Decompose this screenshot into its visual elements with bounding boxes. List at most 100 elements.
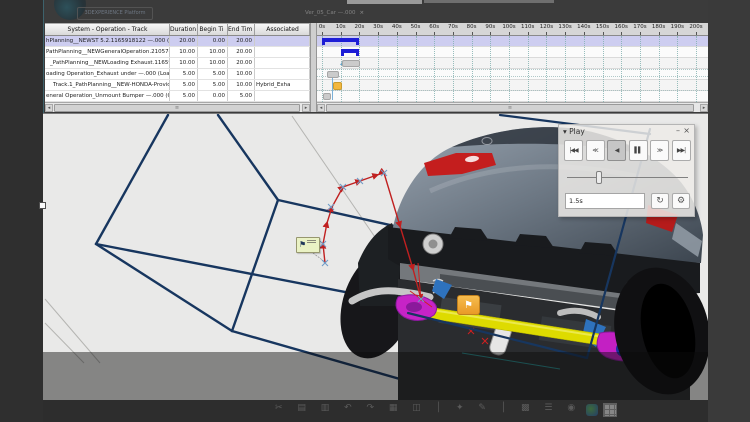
table-row[interactable]: _PathPlanning__NEWLoading Exhaust.116591…	[45, 58, 310, 69]
gantt-row[interactable]	[317, 58, 708, 69]
fast-backward-button[interactable]: ≪	[586, 140, 605, 161]
skip-to-end-button[interactable]: ▶▶|	[672, 140, 691, 161]
col-header-begin[interactable]: Begin Ti	[198, 24, 228, 35]
document-tab[interactable]: Ver_05_Car —.000×	[305, 10, 364, 16]
play-backward-button[interactable]: ◀	[607, 140, 626, 161]
gantt-bar-row3[interactable]	[342, 60, 360, 67]
gantt-gridline	[490, 36, 491, 102]
speed-input[interactable]	[565, 193, 645, 209]
pause-button[interactable]: ▌▌	[629, 140, 648, 161]
time-tick-label: 90s	[485, 24, 495, 30]
col-header-duration[interactable]: Duration	[170, 24, 198, 35]
time-tick-label: 20s	[354, 24, 364, 30]
flag-icon: ⚑	[299, 240, 306, 249]
speed-slider-track[interactable]	[567, 177, 688, 178]
gantt-row[interactable]	[317, 91, 708, 102]
scroll-left-icon[interactable]: ◂	[317, 104, 325, 112]
scroll-left-icon[interactable]: ◂	[45, 104, 53, 112]
time-tick-mark	[696, 32, 697, 35]
gantt-gridline	[472, 36, 473, 102]
event-marker[interactable]: ⚑	[457, 295, 480, 315]
gantt-hscrollbar[interactable]: ◂ ▸ ≡	[317, 102, 708, 112]
top-light-strip-2	[424, 0, 554, 3]
gantt-gridline	[603, 36, 604, 102]
time-tick-mark	[621, 32, 622, 35]
bumper-hole-left-inner	[429, 240, 438, 249]
tab-close-icon[interactable]: ×	[359, 10, 364, 16]
gantt-bar-row5[interactable]	[333, 82, 342, 90]
grid-toolbar-icon[interactable]	[603, 403, 617, 417]
time-tick-label: 30s	[373, 24, 383, 30]
time-tick-label: 130s	[558, 24, 571, 30]
time-tick-mark	[490, 32, 491, 35]
gantt-bar-row1[interactable]	[322, 38, 359, 45]
time-tick-mark	[640, 32, 641, 35]
table-row[interactable]: eneral Operation_Unmount Bumper —.000 (G…	[45, 91, 310, 102]
gantt-dotted-guide	[317, 76, 708, 77]
gantt-bar-row2[interactable]	[341, 49, 360, 56]
time-tick-label: 190s	[671, 24, 684, 30]
table-row[interactable]: Track.1_PathPlanning__NEW-HONDA-Provide.…	[45, 80, 310, 91]
col-header-system-operation-track[interactable]: System - Operation - Track	[45, 24, 170, 35]
time-tick-label: 200s	[689, 24, 702, 30]
gantt-time-ruler[interactable]: 0s10s20s30s40s50s60s70s80s90s100s110s120…	[317, 23, 708, 36]
time-tick-mark	[378, 32, 379, 35]
skip-to-start-button[interactable]: |◀◀	[564, 140, 583, 161]
table-gantt-splitter[interactable]	[310, 23, 317, 112]
colored-toolbar-icon[interactable]	[586, 404, 598, 416]
gantt-dotted-guide	[317, 69, 708, 70]
location-note[interactable]: ⚑	[296, 237, 320, 253]
left-dark-band	[0, 0, 43, 422]
toolbar-icons[interactable]: ✂ ▤ ▥ ↶ ↷ ▦ ◫ │ ✦ ✎ │ ▩ ☰ ◉	[275, 403, 581, 413]
time-tick-label: 50s	[411, 24, 421, 30]
col-header-end[interactable]: End Tim	[228, 24, 255, 35]
gantt-gridline	[397, 36, 398, 102]
gantt-row[interactable]	[317, 47, 708, 58]
col-header-associated[interactable]: Associated	[255, 24, 310, 35]
time-tick-mark	[603, 32, 604, 35]
time-tick-label: 10s	[336, 24, 346, 30]
gantt-bar-row6[interactable]	[323, 93, 331, 100]
scroll-right-icon[interactable]: ▸	[700, 104, 708, 112]
gantt-gridline	[322, 36, 323, 102]
gantt-bar-row4[interactable]	[327, 71, 339, 78]
3d-viewport[interactable]: ⚑ ⚑ ▾ Play – × |◀◀ ≪ ◀ ▌▌ ≫ ▶▶| ↻ ⚙	[43, 113, 708, 400]
gantt-row[interactable]	[317, 36, 708, 47]
selection-handle[interactable]	[39, 202, 46, 209]
gantt-gridline	[677, 36, 678, 102]
fast-forward-button[interactable]: ≫	[650, 140, 669, 161]
table-row[interactable]: oading Operation_Exhaust under —.000 (Lo…	[45, 69, 310, 80]
minimize-icon[interactable]: –	[676, 125, 680, 136]
gantt-gridline	[509, 36, 510, 102]
collapse-icon[interactable]: ▾	[563, 127, 567, 136]
gantt-gridline	[341, 36, 342, 102]
table-body: hPlanning__NEWST 5.2.1165918122 —.000 (C…	[45, 36, 310, 102]
table-hscrollbar[interactable]: ◂ ▸ ≡	[45, 102, 310, 112]
gantt-dotted-guide	[317, 90, 708, 91]
time-tick-mark	[453, 32, 454, 35]
gantt-gridline	[584, 36, 585, 102]
scroll-right-icon[interactable]: ▸	[302, 104, 310, 112]
time-tick-mark	[659, 32, 660, 35]
play-panel-title[interactable]: ▾ Play	[559, 125, 694, 138]
time-tick-label: 0s	[319, 24, 325, 30]
time-tick-mark	[322, 32, 323, 35]
table-row[interactable]: hPlanning__NEWST 5.2.1165918122 —.000 (C…	[45, 36, 310, 47]
time-tick-label: 40s	[392, 24, 402, 30]
refresh-button[interactable]: ↻	[651, 193, 669, 209]
speed-slider-thumb[interactable]	[596, 171, 602, 184]
gantt-gridline	[378, 36, 379, 102]
table-row[interactable]: PathPlanning__NEWGeneralOperation.210574…	[45, 47, 310, 58]
time-tick-label: 140s	[577, 24, 590, 30]
gantt-row[interactable]	[317, 69, 708, 80]
flag-icon: ⚑	[464, 300, 473, 311]
time-tick-mark	[434, 32, 435, 35]
time-tick-mark	[416, 32, 417, 35]
settings-button[interactable]: ⚙	[672, 193, 690, 209]
scrollbar-thumb[interactable]: ≡	[326, 104, 694, 112]
time-tick-mark	[397, 32, 398, 35]
close-icon[interactable]: ×	[683, 125, 690, 137]
gantt-rows[interactable]	[317, 36, 708, 102]
scrollbar-thumb[interactable]: ≡	[54, 104, 300, 112]
time-tick-label: 180s	[652, 24, 665, 30]
